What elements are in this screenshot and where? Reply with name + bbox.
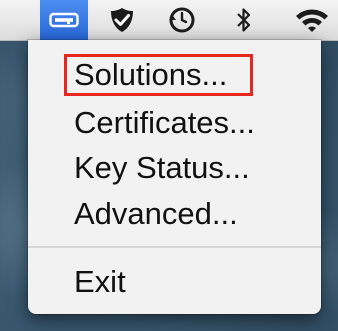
- menu-item-advanced[interactable]: Advanced...: [74, 192, 238, 236]
- bluetooth-menu-extra[interactable]: [226, 0, 262, 40]
- wifi-icon: [294, 6, 330, 34]
- key-icon: [49, 10, 79, 30]
- shield-check-icon: [108, 6, 136, 34]
- menu-item-key-status[interactable]: Key Status...: [74, 146, 250, 190]
- time-machine-menu-extra[interactable]: [160, 0, 204, 40]
- menu-bar: [0, 0, 338, 41]
- menu-item-solutions[interactable]: Solutions...: [74, 53, 227, 97]
- shield-menu-extra[interactable]: [100, 0, 144, 40]
- bluetooth-icon: [235, 6, 253, 34]
- menu-separator: [28, 246, 321, 248]
- key-menu-extra[interactable]: [40, 0, 88, 40]
- menu-item-certificates[interactable]: Certificates...: [74, 101, 255, 145]
- key-dropdown-menu: Solutions... Certificates... Key Status.…: [28, 40, 321, 314]
- menu-item-exit[interactable]: Exit: [74, 260, 126, 304]
- wifi-menu-extra[interactable]: [288, 0, 336, 40]
- time-machine-icon: [167, 5, 197, 35]
